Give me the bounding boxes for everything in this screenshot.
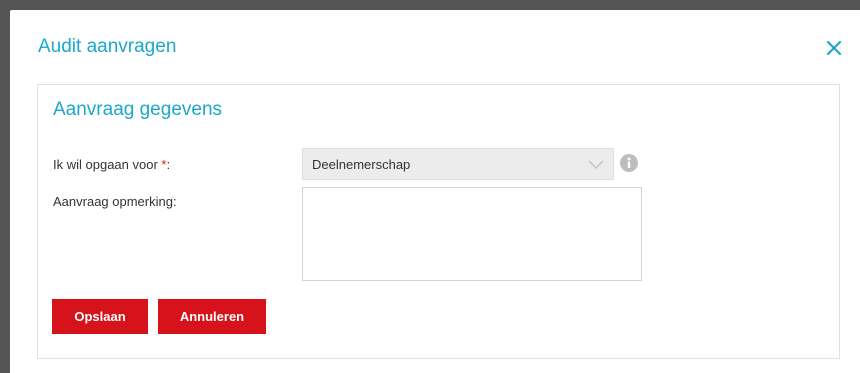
section-title: Aanvraag gegevens <box>53 99 223 120</box>
info-icon[interactable] <box>620 154 638 172</box>
type-label-text: Ik wil opgaan voor <box>53 157 162 172</box>
request-details-panel: Aanvraag gegevens Ik wil opgaan voor *: … <box>37 84 840 359</box>
type-select-value: Deelnemerschap <box>312 156 411 172</box>
save-button[interactable]: Opslaan <box>52 299 148 334</box>
dialog-title: Audit aanvragen <box>38 36 177 57</box>
type-select[interactable]: Deelnemerschap <box>302 148 614 180</box>
cancel-button[interactable]: Annuleren <box>158 299 266 334</box>
chevron-down-icon <box>588 160 604 170</box>
close-icon <box>827 41 841 55</box>
remark-field-label: Aanvraag opmerking: <box>53 194 177 209</box>
close-button[interactable] <box>822 36 846 60</box>
remark-textarea[interactable] <box>302 187 642 281</box>
type-field-label: Ik wil opgaan voor *: <box>53 157 170 172</box>
audit-request-dialog: Audit aanvragen Aanvraag gegevens Ik wil… <box>10 10 860 373</box>
type-label-suffix: : <box>166 157 171 172</box>
